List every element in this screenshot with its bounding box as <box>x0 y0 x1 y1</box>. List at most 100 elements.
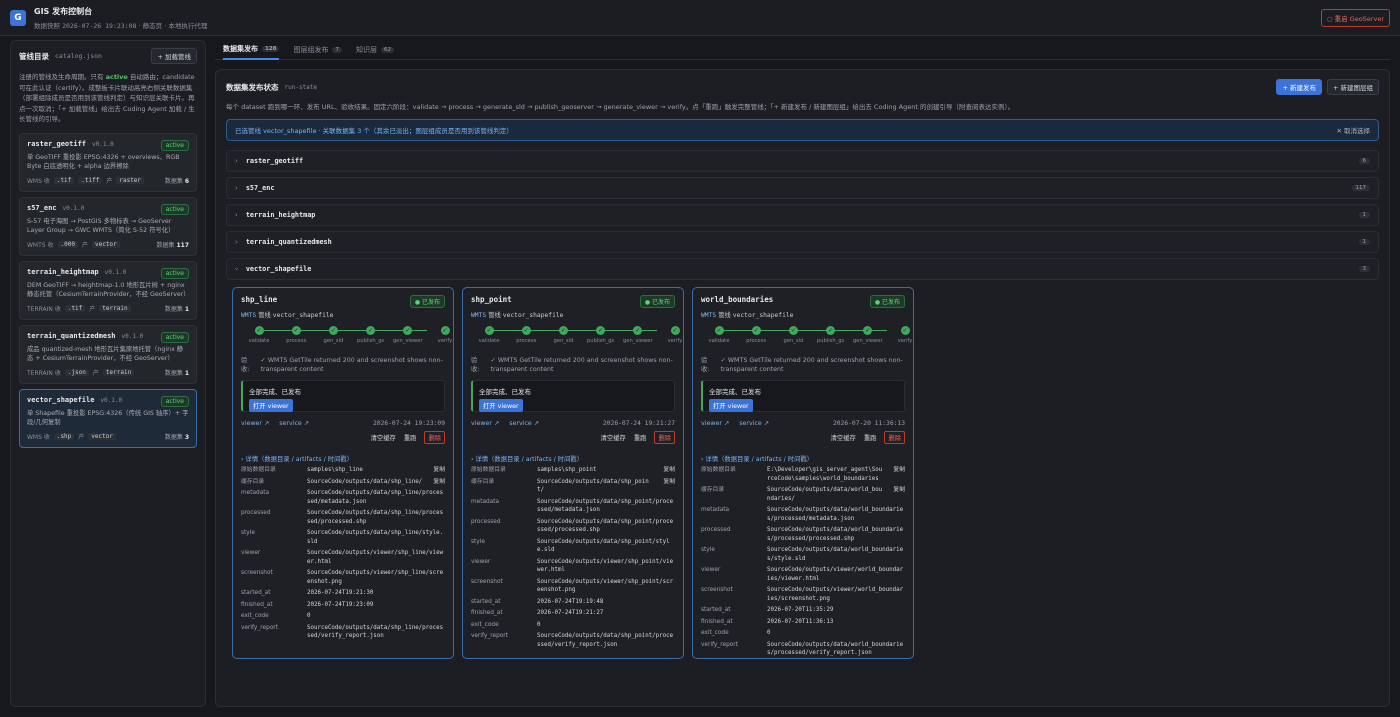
rerun-button[interactable]: 重跑 <box>634 433 647 442</box>
check-icon: ✓ <box>900 326 910 335</box>
output-label: 产 <box>92 369 99 377</box>
delete-button[interactable]: 删除 <box>654 431 675 444</box>
verify-text: ✓ WMTS GetTile returned 200 and screensh… <box>721 356 905 374</box>
tab-layer-groups[interactable]: 图层组发布 7 <box>293 40 342 60</box>
tab-datasets[interactable]: 数据集发布 128 <box>223 40 280 60</box>
pipeline-card-vector_shapefile[interactable]: vector_shapefile v0.1.0 active 单 Shapefile … <box>19 388 197 448</box>
rerun-button[interactable]: 重跑 <box>404 433 417 442</box>
tab-count: 62 <box>380 46 394 53</box>
status-badge: active <box>160 267 189 279</box>
detail-row: started_at 2026-07-24T19:21:30 <box>241 589 445 598</box>
dataset-count-label: 数据集 <box>156 241 175 249</box>
detail-value-text: SourceCode/outputs/viewer/shp_line/scree… <box>307 570 444 585</box>
detail-row: finished_at 2026-07-24T19:21:27 <box>471 609 675 618</box>
check-icon: ✓ <box>260 357 268 364</box>
delete-button[interactable]: 删除 <box>424 431 445 444</box>
pipeline-catalog-sidebar: 管线目录 catalog.json + 加载管线 注册的管线及生命周期。只有 a… <box>10 40 206 707</box>
verify-text: ✓ WMTS GetTile returned 200 and screensh… <box>491 356 675 374</box>
new-layer-group-button[interactable]: + 新建图层组 <box>1326 79 1379 95</box>
detail-value: 2026-07-24T19:19:48 <box>537 598 675 607</box>
step-gen_sld: ✓ gen_sld <box>543 326 583 344</box>
detail-value-text: SourceCode/outputs/data/world_boundaries… <box>767 507 904 522</box>
finished-timestamp: 2026-07-24 19:23:09 <box>372 420 445 427</box>
detail-value: 2026-07-24T19:21:27 <box>537 609 675 618</box>
check-icon: ✓ <box>751 326 761 335</box>
detail-value: SourceCode/outputs/viewer/world_boundari… <box>767 586 905 603</box>
pipeline-description: S-57 电子海图 → PostGIS 多物标表 → GeoServer Lay… <box>27 217 175 235</box>
app-subtitle: 数据快照 2026-07-26 19:23:08 · 静态页 · 本地执行代理 <box>34 21 208 30</box>
step-label: verify <box>667 338 683 344</box>
details-toggle[interactable]: › 详情（数据目录 / artifacts / 时间戳） <box>701 454 905 463</box>
completion-text: 全部完成、已发布 <box>709 388 761 396</box>
open-viewer-button[interactable]: 打开 viewer <box>709 399 753 412</box>
viewer-link[interactable]: viewer ↗ <box>241 420 269 427</box>
pipeline-label: 管线 <box>258 312 271 319</box>
verify-result: 验收: ✓ WMTS GetTile returned 200 and scree… <box>241 356 445 374</box>
tab-knowledge[interactable]: 知识层 62 <box>356 40 394 60</box>
dataset-count-badge: 1 <box>1358 212 1370 218</box>
new-publish-button[interactable]: + 新建发布 <box>1276 79 1322 95</box>
step-gen_viewer: ✓ gen_viewer <box>618 326 658 344</box>
dataset-row-terrain_heightmap[interactable]: › terrain_heightmap 1 <box>226 204 1379 226</box>
copy-button[interactable]: 复制 <box>433 478 445 487</box>
detail-key: viewer <box>471 558 491 565</box>
detail-key: 原始数据目录 <box>241 467 276 473</box>
pipeline-name: terrain_quantizedmesh <box>27 331 116 340</box>
pipeline-card-s57_enc[interactable]: s57_enc v0.1.0 active S-57 电子海图 → PostGIS 多… <box>19 196 197 256</box>
dataset-row-s57_enc[interactable]: › s57_enc 117 <box>226 177 1379 199</box>
detail-key: finished_at <box>471 610 503 616</box>
details-toggle[interactable]: › 详情（数据目录 / artifacts / 时间戳） <box>241 454 445 463</box>
tab-label: 知识层 <box>355 45 377 54</box>
rerun-button[interactable]: 重跑 <box>864 433 877 442</box>
load-pipeline-button[interactable]: + 加载管线 <box>151 48 197 64</box>
clear-cache-button[interactable]: 清空缓存 <box>601 433 626 442</box>
detail-value: SourceCode/outputs/viewer/shp_point/scre… <box>537 578 675 595</box>
card-pipeline: WMTS 管线 vector_shapefile <box>701 310 905 319</box>
open-viewer-button[interactable]: 打开 viewer <box>249 399 293 412</box>
copy-button[interactable]: 复制 <box>893 486 905 503</box>
output-tag: terrain <box>102 368 135 376</box>
detail-value: 0 <box>767 629 905 638</box>
pipeline-card-raster_geotiff[interactable]: raster_geotiff v0.1.0 active 单 GeoTIFF 重投影 … <box>19 132 197 192</box>
copy-button[interactable]: 复制 <box>663 478 675 495</box>
step-gen_viewer: ✓ gen_viewer <box>388 326 428 344</box>
copy-button[interactable]: 复制 <box>663 466 675 475</box>
verify-message: WMTS GetTile returned 200 and screenshot… <box>720 357 903 373</box>
pipeline-kind: TERRAIN 收 <box>27 305 61 313</box>
detail-row: verify_report SourceCode/outputs/data/wor… <box>701 641 905 658</box>
detail-key: metadata <box>241 490 270 496</box>
copy-button[interactable]: 复制 <box>433 466 445 475</box>
detail-value: SourceCode/outputs/data/shp_point/proces… <box>537 518 675 535</box>
service-link[interactable]: service ↗ <box>279 420 309 427</box>
open-viewer-button[interactable]: 打开 viewer <box>479 399 523 412</box>
check-icon: ✓ <box>863 326 873 335</box>
detail-value: SourceCode/outputs/viewer/shp_line/viewe… <box>307 549 445 566</box>
service-link[interactable]: service ↗ <box>509 420 539 427</box>
service-link[interactable]: service ↗ <box>739 420 769 427</box>
copy-button[interactable]: 复制 <box>893 466 905 483</box>
pipeline-card-terrain_heightmap[interactable]: terrain_heightmap v0.1.0 active DEM GeoTIFF… <box>19 260 197 320</box>
detail-key: processed <box>241 510 271 516</box>
dataset-publish-panel: 数据集发布状态 run-state + 新建发布 + 新建图层组 每个 data… <box>215 69 1390 707</box>
detail-value: samples\shp_point <box>537 466 655 475</box>
viewer-link[interactable]: viewer ↗ <box>701 420 729 427</box>
step-process: ✓ process <box>276 326 316 344</box>
dataset-row-raster_geotiff[interactable]: › raster_geotiff 6 <box>226 150 1379 172</box>
details-toggle[interactable]: › 详情（数据目录 / artifacts / 时间戳） <box>471 454 675 463</box>
restart-geoserver-button[interactable]: ○ 重启 GeoServer <box>1320 9 1390 27</box>
clear-cache-button[interactable]: 清空缓存 <box>371 433 396 442</box>
detail-key: started_at <box>241 590 271 596</box>
pipeline-card-terrain_quantizedmesh[interactable]: terrain_quantizedmesh v0.1.0 active 成品 quan… <box>19 324 197 384</box>
detail-row: 原始数据目录 samples\shp_line 复制 <box>241 466 445 475</box>
cancel-selection-button[interactable]: ✕ 取消选择 <box>1336 125 1370 135</box>
dataset-row-terrain_quantizedmesh[interactable]: › terrain_quantizedmesh 1 <box>226 231 1379 253</box>
dataset-count-value: 1 <box>184 369 189 377</box>
detail-row: finished_at 2026-07-24T19:23:09 <box>241 601 445 610</box>
detail-key: verify_report <box>701 641 738 648</box>
clear-cache-button[interactable]: 清空缓存 <box>831 433 856 442</box>
delete-button[interactable]: 删除 <box>884 431 905 444</box>
viewer-link[interactable]: viewer ↗ <box>471 420 499 427</box>
pipeline-label: 管线 <box>488 312 501 319</box>
dataset-row-vector_shapefile[interactable]: › vector_shapefile 3 <box>226 258 1379 280</box>
detail-row: viewer SourceCode/outputs/viewer/world_bo… <box>701 566 905 583</box>
